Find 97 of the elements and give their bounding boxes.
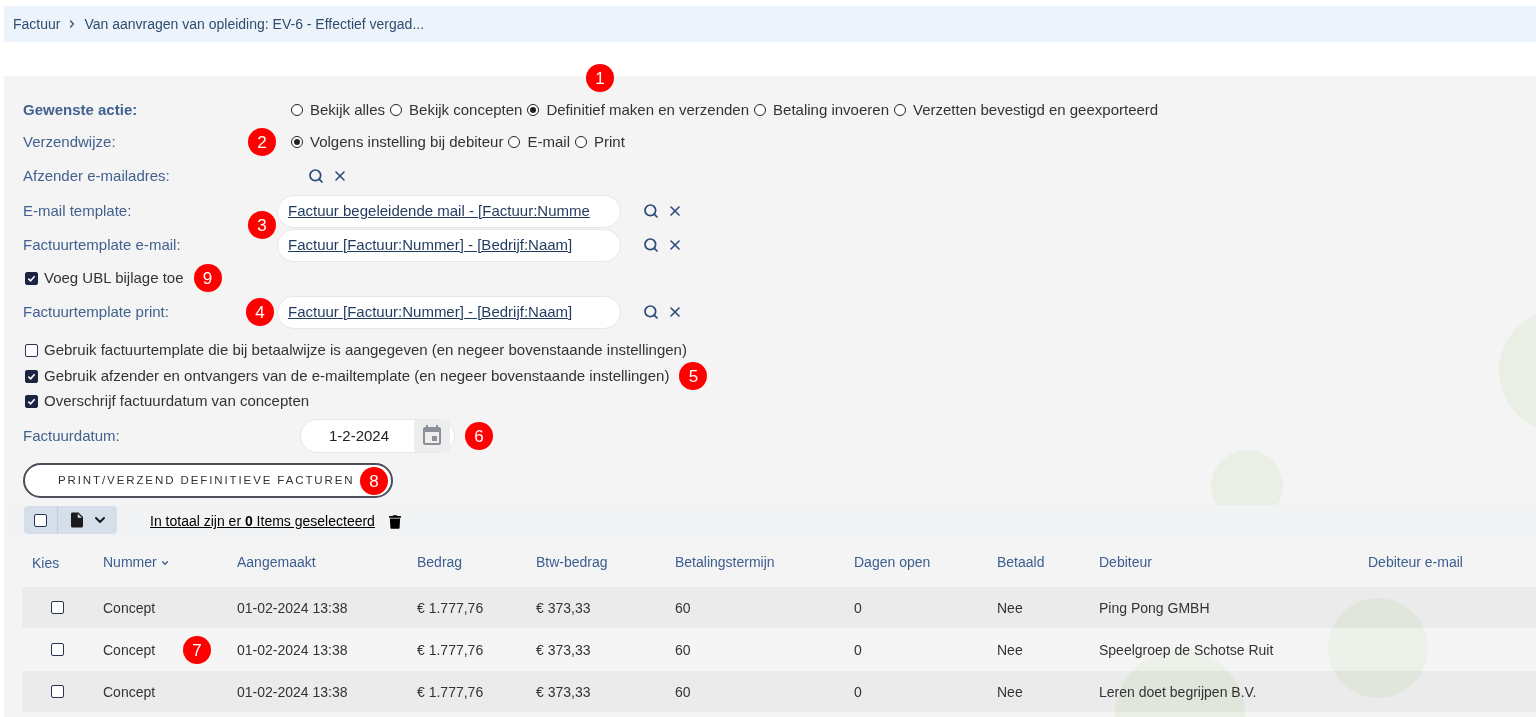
- radio-label: E-mail: [527, 131, 570, 152]
- table-cell: Speelgroep de Schotse Ruit: [1099, 641, 1274, 658]
- radio-button[interactable]: [575, 136, 587, 148]
- column-header[interactable]: Dagen open: [854, 552, 931, 573]
- field-label: E-mail template:: [23, 202, 132, 219]
- radio-button[interactable]: [291, 104, 303, 116]
- select-all-checkbox[interactable]: [34, 513, 47, 527]
- table-cell: 0: [854, 599, 862, 616]
- row-checkbox[interactable]: [51, 643, 64, 656]
- table-row[interactable]: Concept 01-02-2024 13:38 € 1.777,76 € 373,33 60 0 Nee Leren doet begrijpen B.V.: [22, 671, 1536, 712]
- table-cell: 01-02-2024 13:38: [237, 599, 348, 616]
- date-field[interactable]: 1-2-2024: [300, 419, 455, 453]
- callout-marker: 9: [193, 264, 222, 292]
- column-header[interactable]: Btw-bedrag: [536, 552, 608, 573]
- table-cell: € 1.777,76: [417, 683, 484, 700]
- selection-count-link[interactable]: In totaal zijn er 0 Items geselecteerd: [150, 511, 375, 532]
- column-header[interactable]: Aangemaakt: [237, 552, 316, 573]
- lookup-field[interactable]: Factuur [Factuur:Nummer] - [Bedrijf:Naam]: [277, 228, 621, 262]
- radio-button[interactable]: [508, 136, 521, 148]
- table-cell: Concept: [103, 599, 156, 616]
- radio-button[interactable]: [754, 104, 767, 116]
- table-cell: Leren doet begrijpen B.V.: [1099, 683, 1257, 700]
- table-cell: Nee: [997, 599, 1023, 616]
- table-row[interactable]: Concept 01-02-2024 13:38 € 1.777,76 € 373,33 60 0 Nee Ping Pong GMBH: [22, 587, 1536, 628]
- field-label: Verzendwijze:: [23, 133, 116, 150]
- table-cell: 60: [675, 599, 691, 616]
- search-icon[interactable]: [643, 203, 659, 219]
- callout-marker: 6: [465, 422, 493, 450]
- field-label: Factuurtemplate e-mail:: [23, 236, 181, 253]
- radio-label: Volgens instelling bij debiteur: [310, 131, 504, 152]
- breadcrumb-item[interactable]: Factuur: [13, 13, 61, 35]
- table-cell: 60: [675, 641, 691, 658]
- column-header[interactable]: Debiteur e-mail: [1368, 552, 1463, 573]
- callout-marker: 1: [586, 64, 614, 92]
- callout-marker: 4: [246, 298, 274, 326]
- trash-icon[interactable]: [388, 515, 401, 529]
- column-header: Kies: [32, 554, 60, 571]
- row-checkbox[interactable]: [51, 601, 64, 614]
- table-cell: € 1.777,76: [417, 641, 484, 658]
- table-cell: Nee: [997, 683, 1023, 700]
- table-cell: € 373,33: [536, 641, 591, 658]
- table-cell: € 373,33: [536, 683, 591, 700]
- table-cell: 01-02-2024 13:38: [237, 641, 348, 658]
- calendar-button[interactable]: [414, 420, 450, 452]
- table-cell: 0: [854, 641, 862, 658]
- close-icon[interactable]: [332, 168, 348, 184]
- table-cell: Nee: [997, 641, 1023, 658]
- table-cell: 60: [675, 683, 691, 700]
- close-icon[interactable]: [667, 237, 683, 253]
- column-header[interactable]: Nummer: [103, 552, 157, 573]
- close-icon[interactable]: [667, 304, 683, 320]
- field-label: Gewenste actie:: [23, 101, 138, 118]
- callout-marker: 5: [679, 362, 708, 390]
- checkbox[interactable]: [25, 369, 38, 383]
- search-icon[interactable]: [308, 168, 324, 184]
- search-icon[interactable]: [643, 237, 659, 253]
- table-cell: € 373,33: [536, 599, 591, 616]
- checkbox[interactable]: [25, 271, 38, 285]
- table-cell: Concept: [103, 641, 156, 658]
- table-cell: 0: [854, 683, 862, 700]
- callout-marker: 2: [248, 128, 276, 156]
- radio-label: Bekijk alles: [310, 99, 386, 120]
- radio-label: Print: [594, 131, 625, 152]
- checkbox[interactable]: [25, 343, 38, 357]
- lookup-field[interactable]: Factuur begeleidende mail - [Factuur:Numme: [277, 194, 621, 228]
- radio-button[interactable]: [527, 104, 540, 116]
- column-header[interactable]: Bedrag: [417, 552, 463, 573]
- field-label: Factuurtemplate print:: [23, 303, 169, 320]
- checkbox-label: Gebruik afzender en ontvangers van de e-mailtemplate (en negeer bovenstaande instellingen): [44, 365, 670, 386]
- breadcrumb-item: Van aanvragen van opleiding: EV-6 - Effectief vergad...: [84, 14, 425, 34]
- lookup-field[interactable]: Factuur [Factuur:Nummer] - [Bedrijf:Naam]: [277, 295, 621, 329]
- radio-button[interactable]: [291, 136, 303, 148]
- field-label: Afzender e-mailadres:: [23, 167, 170, 184]
- radio-button[interactable]: [894, 104, 906, 116]
- column-header[interactable]: Debiteur: [1099, 552, 1152, 573]
- calendar-icon: [420, 424, 444, 448]
- radio-label: Betaling invoeren: [773, 99, 889, 120]
- table-cell: € 1.777,76: [417, 599, 484, 616]
- column-header[interactable]: Betaald: [997, 552, 1045, 573]
- checkbox-label: Voeg UBL bijlage toe: [44, 267, 184, 288]
- checkbox-label: Gebruik factuurtemplate die bij betaalwijze is aangegeven (en negeer bovenstaande instellingen): [44, 339, 687, 360]
- table-cell: Concept: [103, 683, 156, 700]
- table-cell: Ping Pong GMBH: [1099, 599, 1210, 616]
- field-label: Factuurdatum:: [23, 427, 120, 444]
- row-checkbox[interactable]: [51, 685, 64, 698]
- search-icon[interactable]: [643, 304, 659, 320]
- radio-label: Definitief maken en verzenden: [546, 99, 750, 120]
- callout-marker: 3: [248, 211, 276, 239]
- close-icon[interactable]: [667, 203, 683, 219]
- radio-button[interactable]: [390, 104, 403, 116]
- radio-label: Verzetten bevestigd en geexporteerd: [913, 99, 1159, 120]
- checkbox[interactable]: [25, 394, 38, 408]
- radio-label: Bekijk concepten: [409, 99, 523, 120]
- table-cell: 01-02-2024 13:38: [237, 683, 348, 700]
- checkbox-label: Overschrijf factuurdatum van concepten: [44, 390, 310, 411]
- column-header[interactable]: Betalingstermijn: [675, 552, 775, 573]
- callout-marker: 7: [183, 636, 211, 664]
